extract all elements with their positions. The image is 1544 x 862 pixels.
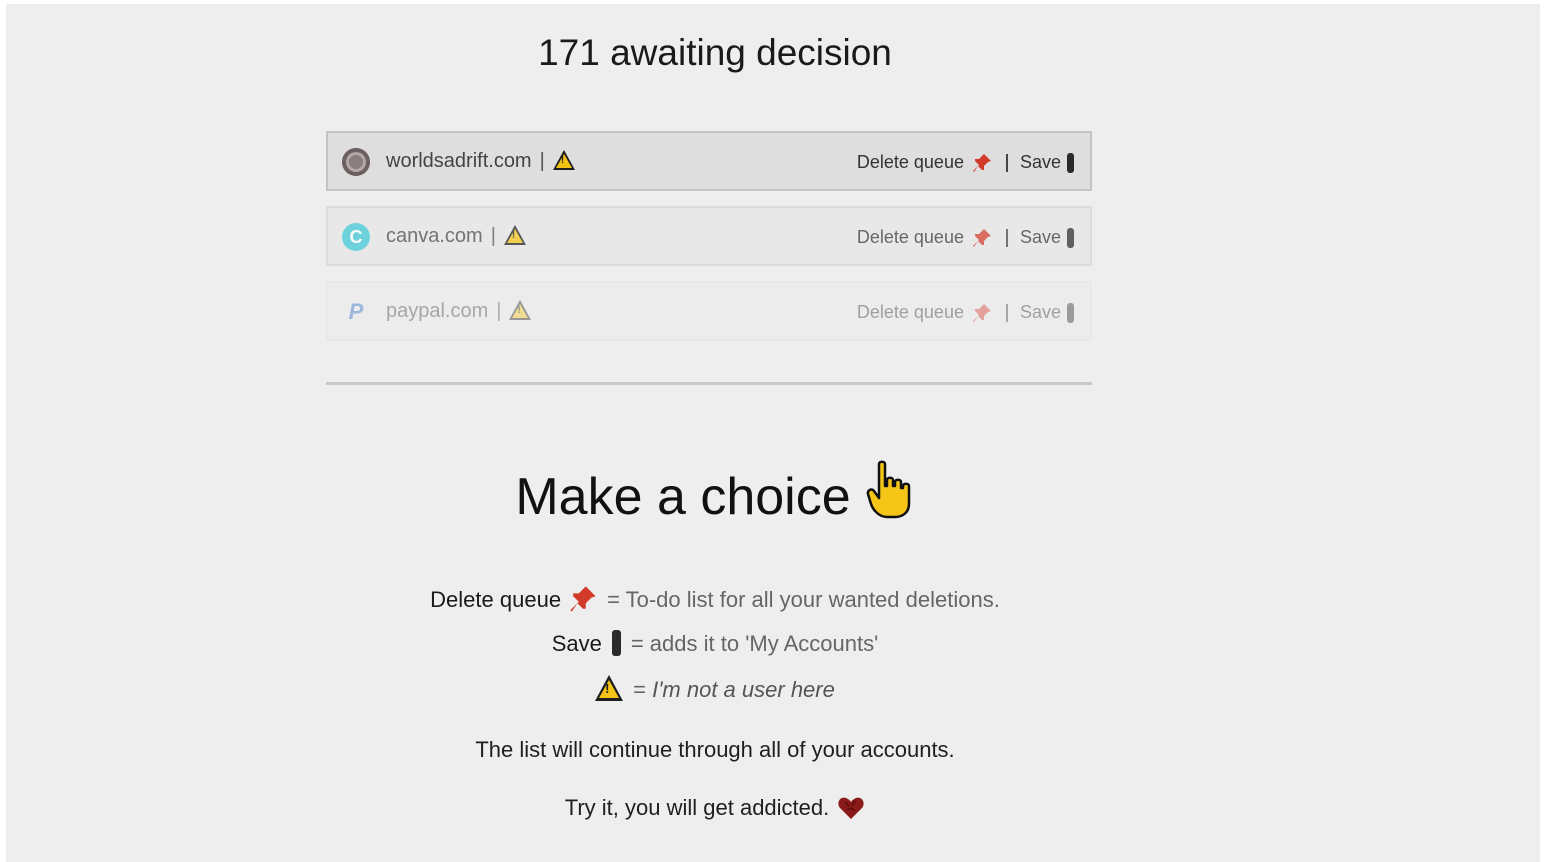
info-text: The list will continue through all of yo…	[475, 737, 955, 762]
legend-delete-desc: = To-do list for all your wanted deletio…	[607, 587, 1000, 612]
delete-queue-label: Delete queue	[856, 302, 964, 322]
legend-save: Save = adds it to 'My Accounts'	[6, 630, 1424, 657]
warning-icon	[595, 675, 624, 701]
delete-queue-button[interactable]: Delete queue	[857, 302, 992, 323]
legend-warning: = I'm not a user here	[6, 675, 1424, 703]
legend-warn-desc: I'm not a user here	[652, 677, 835, 702]
pushpin-icon	[972, 228, 992, 248]
queue-row: C canva.com | Delete queue Save	[326, 206, 1092, 266]
pointing-hand-icon	[866, 460, 910, 519]
domain-label: canva.com	[386, 225, 483, 247]
legend-delete-term: Delete queue	[430, 587, 562, 612]
pushpin-icon	[569, 585, 597, 613]
queue-row: P paypal.com | Delete queue Save	[326, 281, 1092, 341]
queue-row-domain: worldsadrift.com |	[386, 150, 575, 173]
page-canvas: 171 awaiting decision worldsadrift.com | …	[6, 4, 1540, 862]
delete-queue-button[interactable]: Delete queue	[857, 227, 992, 248]
addicted-text: Try it, you will get addicted.	[6, 794, 1424, 822]
queue-row: worldsadrift.com | Delete queue Save	[326, 131, 1092, 191]
warning-icon[interactable]	[552, 150, 575, 170]
account-queue: worldsadrift.com | Delete queue Save C	[326, 131, 1092, 356]
save-label: Save	[1019, 302, 1061, 322]
save-bookmark-icon	[611, 630, 621, 656]
canva-icon: C	[342, 223, 370, 251]
save-bookmark-icon	[1067, 302, 1074, 323]
page-headline: Make a choice	[6, 460, 1424, 527]
legend-warn-eq: =	[633, 677, 646, 702]
gear-icon	[342, 148, 370, 176]
warning-icon[interactable]	[509, 300, 532, 320]
save-button[interactable]: Save	[1020, 152, 1074, 173]
separator: |	[496, 300, 502, 322]
action-divider	[1005, 153, 1008, 172]
save-label: Save	[1019, 227, 1061, 247]
pushpin-icon	[972, 303, 992, 323]
legend-delete-queue: Delete queue = To-do list for all your wa…	[6, 585, 1424, 613]
warning-icon[interactable]	[503, 225, 526, 245]
save-button[interactable]: Save	[1020, 227, 1074, 248]
legend-save-desc: = adds it to 'My Accounts'	[630, 631, 879, 656]
separator: |	[539, 150, 545, 172]
action-divider	[1005, 303, 1008, 322]
domain-label: paypal.com	[386, 300, 489, 322]
legend-save-term: Save	[551, 631, 602, 656]
section-divider	[326, 382, 1092, 385]
action-divider	[1005, 228, 1008, 247]
domain-label: worldsadrift.com	[386, 150, 532, 172]
awaiting-counter: 171 awaiting decision	[538, 32, 892, 73]
delete-queue-label: Delete queue	[856, 227, 964, 247]
headline-text: Make a choice	[515, 468, 851, 526]
row-actions: Delete queue Save	[857, 227, 1074, 248]
save-bookmark-icon	[1067, 152, 1074, 173]
row-actions: Delete queue Save	[857, 152, 1074, 173]
pushpin-icon	[972, 153, 992, 173]
separator: |	[490, 225, 496, 247]
addicted-label: Try it, you will get addicted.	[564, 795, 830, 820]
queue-row-domain: paypal.com |	[386, 300, 532, 323]
save-button[interactable]: Save	[1020, 302, 1074, 323]
row-actions: Delete queue Save	[857, 302, 1074, 323]
queue-row-domain: canva.com |	[386, 225, 526, 248]
paypal-icon: P	[348, 299, 364, 324]
delete-queue-label: Delete queue	[856, 152, 964, 172]
heart-icon	[838, 797, 864, 819]
save-label: Save	[1019, 152, 1061, 172]
save-bookmark-icon	[1067, 227, 1074, 248]
delete-queue-button[interactable]: Delete queue	[857, 152, 992, 173]
